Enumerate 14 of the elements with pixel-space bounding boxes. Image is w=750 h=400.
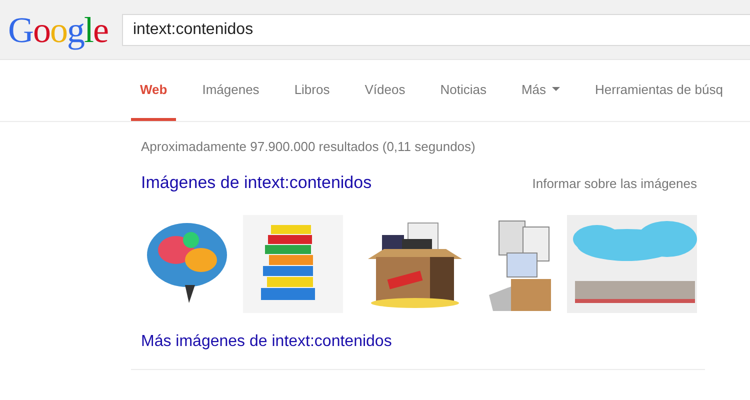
images-heading-link[interactable]: Imágenes de intext:contenidos bbox=[141, 173, 372, 193]
report-images-link[interactable]: Informar sobre las imágenes bbox=[532, 176, 697, 191]
more-images-link[interactable]: Más imágenes de intext:contenidos bbox=[141, 333, 697, 351]
result-stats: Aproximadamente 97.900.000 resultados (0,11 segundos) bbox=[141, 139, 476, 154]
nav-tab[interactable]: Libros bbox=[285, 60, 339, 121]
nav-tab[interactable]: Vídeos bbox=[356, 60, 414, 121]
nav-tab[interactable]: Herramientas de búsq bbox=[586, 60, 732, 121]
search-field[interactable]: intext:contenidos bbox=[122, 14, 750, 46]
nav-tab[interactable]: Imágenes bbox=[193, 60, 268, 121]
nav-tab[interactable]: Web bbox=[131, 60, 176, 121]
nav-tab[interactable]: Más bbox=[512, 60, 570, 121]
caret-icon bbox=[552, 87, 560, 91]
nav-tab[interactable]: Noticias bbox=[431, 60, 496, 121]
google-logo[interactable]: Google bbox=[8, 8, 122, 50]
